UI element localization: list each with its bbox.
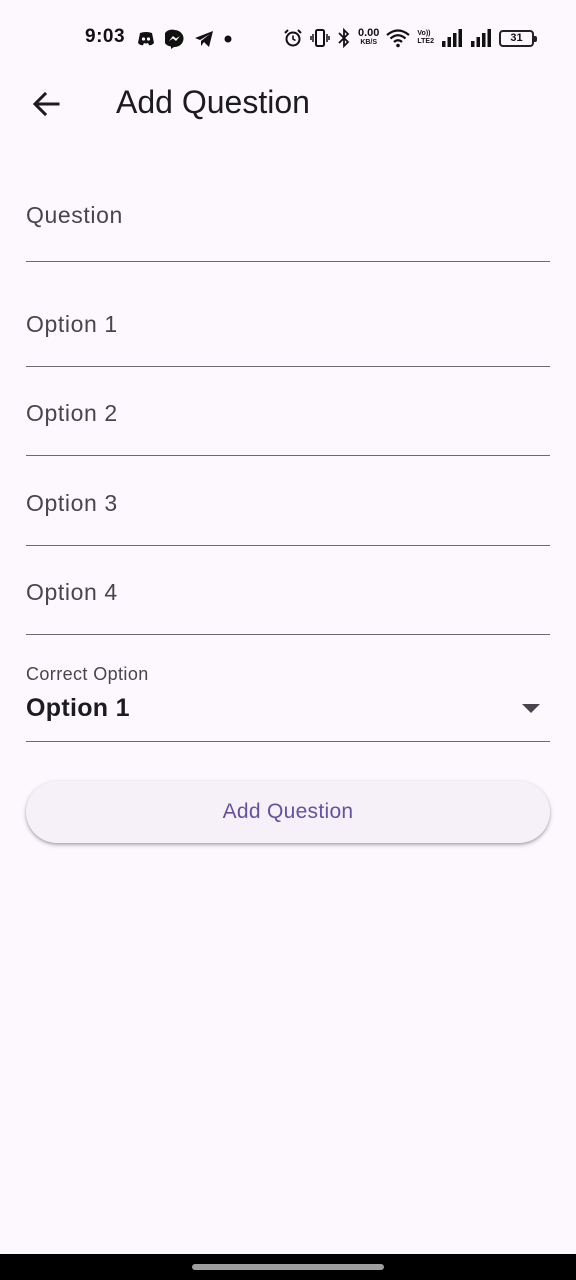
correct-option-label: Correct Option xyxy=(26,664,149,684)
vibrate-icon xyxy=(310,28,330,48)
signal-icon xyxy=(441,29,463,47)
option2-hint: Option 2 xyxy=(26,400,118,426)
dot-icon xyxy=(223,34,233,44)
option2-input[interactable]: Option 2 xyxy=(26,400,550,456)
option3-hint: Option 3 xyxy=(26,490,118,516)
volte-bottom: LTE2 xyxy=(417,38,434,45)
add-question-button[interactable]: Add Question xyxy=(26,781,550,843)
bluetooth-icon xyxy=(337,28,351,48)
network-speed-value: 0.00 xyxy=(357,27,380,39)
option1-hint: Option 1 xyxy=(26,311,118,337)
alarm-icon xyxy=(283,28,303,48)
app-bar: Add Question xyxy=(0,78,576,126)
option1-input[interactable]: Option 1 xyxy=(26,311,550,367)
dropdown-arrow-icon xyxy=(522,704,540,713)
home-gesture-handle[interactable] xyxy=(192,1264,384,1270)
arrow-back-icon xyxy=(31,89,61,119)
question-input[interactable]: Question xyxy=(26,182,550,262)
network-speed-unit: KB/S xyxy=(360,39,378,46)
status-time: 9:03 xyxy=(85,26,126,47)
battery-level: 31 xyxy=(510,32,523,44)
telegram-icon xyxy=(194,30,214,48)
option4-hint: Option 4 xyxy=(26,579,118,605)
back-button[interactable] xyxy=(24,82,68,126)
status-bar: 9:03 0.00 KB/S Vo)) LTE2 31 xyxy=(0,0,576,78)
option4-input[interactable]: Option 4 xyxy=(26,579,550,635)
signal-icon xyxy=(470,29,492,47)
navigation-bar xyxy=(0,1254,576,1280)
notification-icons xyxy=(136,28,233,50)
messenger-icon xyxy=(165,29,185,49)
correct-option-value: Option 1 xyxy=(26,694,130,722)
question-hint: Question xyxy=(26,202,123,228)
system-icons: 0.00 KB/S Vo)) LTE2 31 xyxy=(283,26,537,50)
correct-option-dropdown[interactable]: Correct Option Option 1 xyxy=(26,660,550,742)
volte-indicator: Vo)) LTE2 xyxy=(417,30,434,46)
discord-icon xyxy=(136,31,156,47)
network-speed: 0.00 KB/S xyxy=(357,27,380,47)
battery-icon: 31 xyxy=(499,29,537,47)
add-question-button-label: Add Question xyxy=(222,800,354,823)
wifi-icon xyxy=(386,28,411,48)
screen: 9:03 0.00 KB/S Vo)) LTE2 31 Add Question… xyxy=(0,0,576,1280)
volte-top: Vo)) xyxy=(417,30,431,37)
page-title: Add Question xyxy=(116,84,310,120)
option3-input[interactable]: Option 3 xyxy=(26,490,550,546)
